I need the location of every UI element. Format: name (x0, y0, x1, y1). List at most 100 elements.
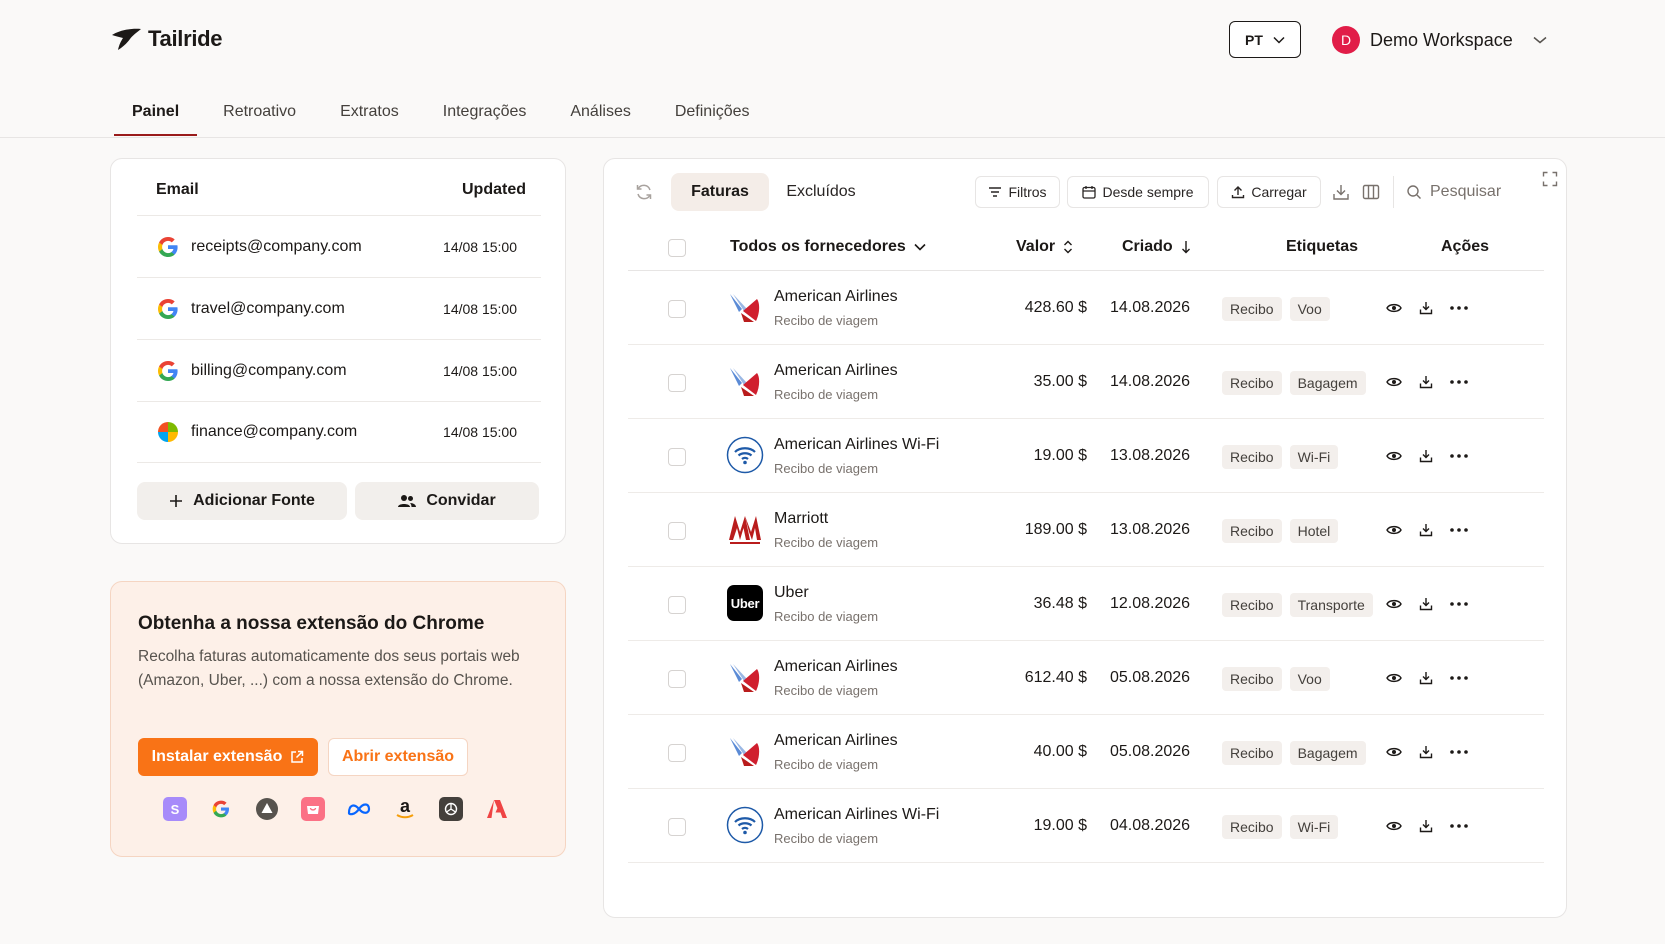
vendor-name[interactable]: American Airlines (774, 362, 898, 380)
openai-icon (439, 797, 463, 821)
more-options-icon[interactable] (1449, 816, 1469, 836)
tab-excluded[interactable]: Excluídos (774, 173, 868, 211)
tab-painel[interactable]: Painel (110, 92, 201, 138)
vendor-name[interactable]: American Airlines Wi-Fi (774, 436, 939, 454)
tag-badge[interactable]: Bagagem (1289, 741, 1366, 765)
tab-extratos[interactable]: Extratos (318, 92, 421, 138)
sort-created[interactable]: Criado (1122, 238, 1191, 256)
source-row[interactable]: receipts@company.com 14/08 15:00 (137, 215, 541, 277)
vendor-name[interactable]: Uber (774, 584, 809, 602)
tag-badge[interactable]: Recibo (1222, 593, 1282, 617)
download-icon[interactable] (1416, 742, 1436, 762)
columns-icon[interactable] (1362, 183, 1380, 201)
upload-button[interactable]: Carregar (1217, 176, 1321, 208)
more-options-icon[interactable] (1449, 372, 1469, 392)
tag-badge[interactable]: Recibo (1222, 667, 1282, 691)
refresh-icon[interactable] (634, 182, 654, 202)
download-icon[interactable] (1416, 372, 1436, 392)
more-options-icon[interactable] (1449, 446, 1469, 466)
view-icon[interactable] (1384, 668, 1404, 688)
download-icon[interactable] (1416, 816, 1436, 836)
view-icon[interactable] (1384, 594, 1404, 614)
row-checkbox[interactable] (668, 596, 686, 614)
invite-button[interactable]: Convidar (355, 482, 539, 520)
add-source-button[interactable]: Adicionar Fonte (137, 482, 347, 520)
wifi-icon (726, 436, 764, 474)
view-icon[interactable] (1384, 816, 1404, 836)
tab-invoices[interactable]: Faturas (671, 173, 769, 211)
invoice-row[interactable]: American Airlines Recibo de viagem 428.6… (628, 271, 1544, 345)
tag-badge[interactable]: Wi-Fi (1289, 815, 1339, 839)
row-checkbox[interactable] (668, 818, 686, 836)
invoice-row[interactable]: American Airlines Recibo de viagem 612.4… (628, 641, 1544, 715)
invoice-row[interactable]: American Airlines Recibo de viagem 35.00… (628, 345, 1544, 419)
tag-badge[interactable]: Voo (1289, 667, 1330, 691)
date-range-button[interactable]: Desde sempre (1067, 176, 1209, 208)
view-icon[interactable] (1384, 372, 1404, 392)
tab-retroativo[interactable]: Retroativo (201, 92, 318, 138)
source-row[interactable]: travel@company.com 14/08 15:00 (137, 277, 541, 339)
vendor-name[interactable]: American Airlines (774, 658, 898, 676)
row-checkbox[interactable] (668, 300, 686, 318)
sort-amount[interactable]: Valor (1016, 238, 1073, 256)
view-icon[interactable] (1384, 520, 1404, 540)
more-options-icon[interactable] (1449, 594, 1469, 614)
invoice-row[interactable]: American Airlines Recibo de viagem 40.00… (628, 715, 1544, 789)
search-input[interactable]: Pesquisar (1393, 176, 1543, 208)
invoice-row[interactable]: Marriott Recibo de viagem 189.00 $ 13.08… (628, 493, 1544, 567)
google-icon (155, 296, 181, 322)
invoice-row[interactable]: Uber Uber Recibo de viagem 36.48 $ 12.08… (628, 567, 1544, 641)
language-select[interactable]: PT (1229, 21, 1301, 58)
fullscreen-icon[interactable] (1542, 171, 1558, 187)
tag-badge[interactable]: Bagagem (1289, 371, 1366, 395)
tag-badge[interactable]: Recibo (1222, 297, 1282, 321)
more-options-icon[interactable] (1449, 298, 1469, 318)
tag-badge[interactable]: Recibo (1222, 519, 1282, 543)
tab-analises[interactable]: Análises (548, 92, 652, 138)
more-options-icon[interactable] (1449, 742, 1469, 762)
workspace-switcher[interactable]: D Demo Workspace (1332, 26, 1547, 54)
view-icon[interactable] (1384, 446, 1404, 466)
download-icon[interactable] (1416, 298, 1436, 318)
select-all-checkbox[interactable] (668, 239, 686, 257)
source-row[interactable]: billing@company.com 14/08 15:00 (137, 339, 541, 401)
vendor-name[interactable]: American Airlines (774, 732, 898, 750)
tag-badge[interactable]: Recibo (1222, 445, 1282, 469)
row-checkbox[interactable] (668, 744, 686, 762)
invoice-row[interactable]: American Airlines Wi-Fi Recibo de viagem… (628, 419, 1544, 493)
download-icon[interactable] (1332, 183, 1350, 201)
view-icon[interactable] (1384, 742, 1404, 762)
row-checkbox[interactable] (668, 448, 686, 466)
tab-integracoes[interactable]: Integrações (421, 92, 549, 138)
tag-badge[interactable]: Voo (1289, 297, 1330, 321)
vendor-name[interactable]: American Airlines (774, 288, 898, 306)
source-row[interactable]: finance@company.com 14/08 15:00 (137, 401, 541, 463)
tag-badge[interactable]: Hotel (1289, 519, 1339, 543)
more-options-icon[interactable] (1449, 520, 1469, 540)
tag-badge[interactable]: Recibo (1222, 815, 1282, 839)
more-options-icon[interactable] (1449, 668, 1469, 688)
vendor-name[interactable]: American Airlines Wi-Fi (774, 806, 939, 824)
filters-label: Filtros (1008, 184, 1047, 200)
row-checkbox[interactable] (668, 522, 686, 540)
install-extension-button[interactable]: Instalar extensão (138, 738, 318, 776)
open-extension-button[interactable]: Abrir extensão (328, 738, 468, 776)
tag-badge[interactable]: Wi-Fi (1289, 445, 1339, 469)
row-checkbox[interactable] (668, 374, 686, 392)
tag-badge[interactable]: Transporte (1289, 593, 1373, 617)
row-checkbox[interactable] (668, 670, 686, 688)
tab-definicoes[interactable]: Definições (653, 92, 772, 138)
view-icon[interactable] (1384, 298, 1404, 318)
download-icon[interactable] (1416, 668, 1436, 688)
tag-badge[interactable]: Recibo (1222, 741, 1282, 765)
vendor-filter[interactable]: Todos os fornecedores (730, 238, 926, 256)
download-icon[interactable] (1416, 446, 1436, 466)
download-icon[interactable] (1416, 594, 1436, 614)
tag-badge[interactable]: Recibo (1222, 371, 1282, 395)
vendor-name[interactable]: Marriott (774, 510, 828, 528)
filters-button[interactable]: Filtros (975, 176, 1060, 208)
app-logo[interactable]: Tailride (110, 26, 223, 52)
invoice-row[interactable]: American Airlines Wi-Fi Recibo de viagem… (628, 789, 1544, 863)
download-icon[interactable] (1416, 520, 1436, 540)
vendor-logo: Uber (726, 584, 764, 622)
